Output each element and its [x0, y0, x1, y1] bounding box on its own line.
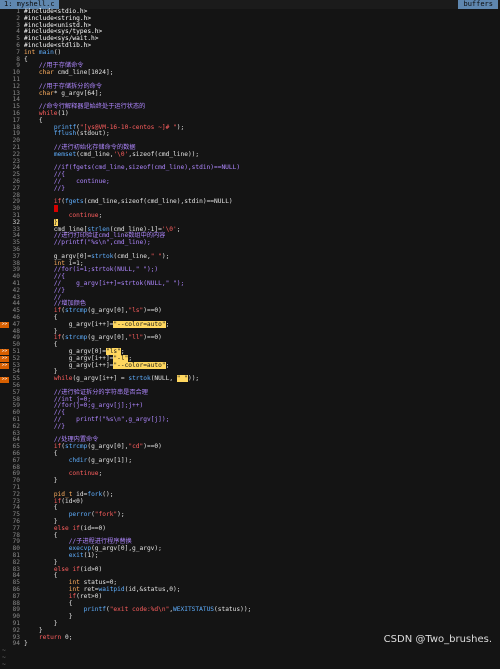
- code-line[interactable]: >> 55 while(g_argv[i++] = strtok(NULL, " …: [0, 375, 500, 383]
- code-line[interactable]: 67 chdir(g_argv[1]);: [0, 456, 500, 465]
- empty-line-marker: ~: [2, 660, 6, 668]
- code-line[interactable]: 6 #include<stdlib.h>: [0, 42, 500, 50]
- code-line[interactable]: 73 if(id<0): [0, 498, 500, 506]
- code-line[interactable]: 35 //printf("%s\n",cmd_line);: [0, 239, 500, 247]
- code-line[interactable]: 42 //}: [0, 287, 500, 295]
- code-text: chdir(g_argv[1]);: [68, 456, 133, 464]
- code-text: //}: [53, 422, 65, 430]
- code-text: fflush(stdout);: [53, 130, 110, 138]
- code-line[interactable]: 22 memset(cmd_line,'\0',sizeof(cmd_line)…: [0, 150, 500, 159]
- code-text: char* g_argv[64];: [38, 89, 103, 97]
- code-line[interactable]: 15 //命令行解释器是始终处于运行状态的: [0, 103, 500, 111]
- warning-sign-icon: >>: [0, 356, 9, 363]
- code-text: }: [24, 477, 58, 485]
- code-line[interactable]: 7 int main(): [0, 48, 500, 57]
- code-line[interactable]: 41 // g_argv[i++]=strtok(NULL," ");: [0, 280, 500, 288]
- code-line[interactable]: 89 printf("exit code:%d\n",WEXITSTATUS(s…: [0, 606, 500, 614]
- warning-sign-icon: >>: [0, 322, 9, 329]
- code-line[interactable]: 27 //}: [0, 184, 500, 193]
- code-line[interactable]: 26 // continue;: [0, 178, 500, 186]
- code-line[interactable]: 77 else if(id==0): [0, 525, 500, 533]
- code-line[interactable]: 49 if(strcmp(g_argv[0],"ll")==0): [0, 334, 500, 342]
- code-line[interactable]: 45 if(strcmp(g_argv[0],"ls")==0): [0, 307, 500, 315]
- code-text: memset(cmd_line,'\0',sizeof(cmd_line));: [53, 150, 200, 158]
- code-line[interactable]: 13 char* g_argv[64];: [0, 89, 500, 98]
- warning-sign-icon: >>: [0, 349, 9, 356]
- warning-sign-icon: >>: [0, 362, 9, 369]
- code-line[interactable]: 69 continue;: [0, 470, 500, 478]
- code-line[interactable]: 75 perror("fork");: [0, 511, 500, 519]
- buffers-indicator[interactable]: buffers: [458, 0, 498, 9]
- code-text: //}: [53, 184, 65, 192]
- code-line[interactable]: 62 //}: [0, 422, 500, 431]
- code-text: char cmd_line[1024];: [38, 69, 114, 77]
- warning-sign-icon: >>: [0, 376, 9, 383]
- code-line[interactable]: 65 if(strcmp(g_argv[0],"cd")==0): [0, 443, 500, 451]
- code-line[interactable]: 61 // printf("%s\n",g_argv[j]);: [0, 416, 500, 424]
- code-text: return 0;: [38, 633, 73, 641]
- code-line[interactable]: 31 continue;: [0, 212, 500, 220]
- code-line[interactable]: 16 while(1): [0, 110, 500, 118]
- code-line[interactable]: 91 }: [0, 620, 500, 628]
- code-line[interactable]: 81 exit(1);: [0, 552, 500, 560]
- code-line[interactable]: >> 47 g_argv[i++]="--color=auto";: [0, 320, 500, 329]
- code-line[interactable]: 29 if(fgets(cmd_line,sizeof(cmd_line),st…: [0, 198, 500, 206]
- code-text: int main(): [24, 48, 62, 56]
- code-line[interactable]: 39 //for(i=1;strtok(NULL," ");): [0, 266, 500, 274]
- code-line[interactable]: 59 //for(j=0;g_argv[j];j++): [0, 402, 500, 410]
- code-editor[interactable]: 1 #include<stdio.h> 2 #include<string.h> 3 #i…: [0, 8, 500, 668]
- code-line[interactable]: >> 53 g_argv[i++]="--color=auto";: [0, 361, 500, 370]
- code-text: //printf("%s\n",cmd_line);: [53, 239, 151, 247]
- code-line[interactable]: 10 char cmd_line[1024];: [0, 69, 500, 77]
- code-line[interactable]: 83 else if(id>0): [0, 566, 500, 574]
- empty-line-marker: ~: [2, 654, 6, 661]
- code-text: }: [24, 640, 28, 648]
- code-text: while(g_argv[i++] = strtok(NULL, " "));: [53, 375, 200, 383]
- code-line[interactable]: 19 fflush(stdout);: [0, 130, 500, 138]
- code-line[interactable]: 87 if(ret>0): [0, 593, 500, 601]
- code-line[interactable]: 24 //if(fgets(cmd_line,sizeof(cmd_line),…: [0, 164, 500, 172]
- code-line[interactable]: 70 }: [0, 477, 500, 485]
- code-line[interactable]: 90 }: [0, 613, 500, 621]
- empty-line-marker: ~: [2, 647, 6, 655]
- watermark: CSDN @Two_brushes.: [383, 634, 492, 645]
